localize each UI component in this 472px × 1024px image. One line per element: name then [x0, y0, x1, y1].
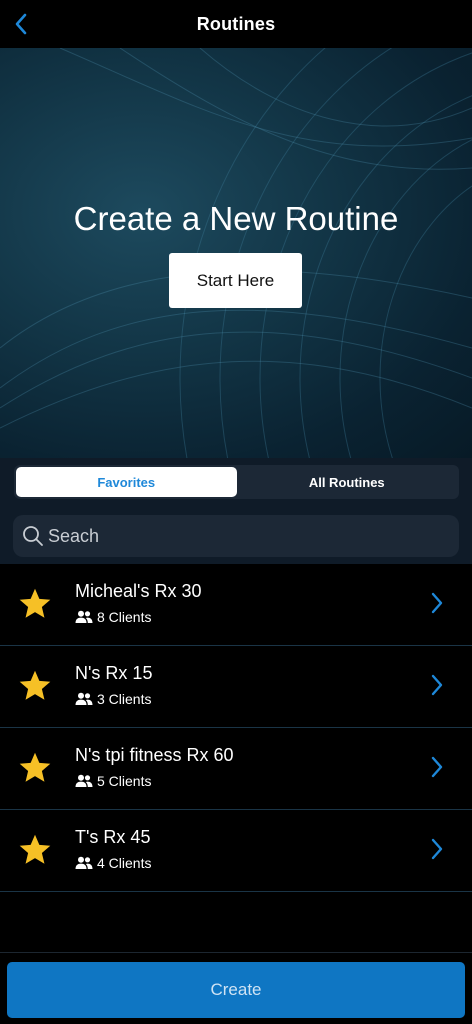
routine-name: T's Rx 45 [75, 827, 151, 847]
people-icon [75, 692, 93, 705]
client-count-text: 8 Clients [97, 609, 152, 625]
banner-title: Create a New Routine [73, 200, 399, 237]
chevron-right-icon [431, 674, 443, 696]
routines-screen: Routines Create a New Routine Start Here… [0, 0, 472, 1024]
search-icon [23, 526, 43, 546]
chevron-right-icon [431, 838, 443, 860]
routine-tabs: Favorites All Routines [14, 465, 459, 499]
list-item[interactable]: Micheal's Rx 30 8 Clients [0, 564, 472, 646]
star-icon[interactable] [17, 750, 53, 786]
top-nav-bar: Routines [0, 0, 472, 48]
start-here-button[interactable]: Start Here [169, 253, 302, 308]
tab-all-routines[interactable]: All Routines [237, 467, 458, 497]
client-count-text: 5 Clients [97, 773, 152, 789]
create-routine-banner: Create a New Routine Start Here [0, 48, 472, 458]
chevron-right-icon [431, 756, 443, 778]
list-item[interactable]: T's Rx 45 4 Clients [0, 810, 472, 892]
chevron-left-icon [15, 13, 27, 35]
routine-name: N's tpi fitness Rx 60 [75, 745, 234, 765]
client-count-text: 4 Clients [97, 855, 152, 871]
search-bar [13, 515, 459, 557]
bottom-action-bar: Create [0, 952, 472, 1024]
routine-name: Micheal's Rx 30 [75, 581, 202, 601]
client-count: 4 Clients [75, 855, 151, 871]
chevron-right-icon [431, 592, 443, 614]
list-item[interactable]: N's tpi fitness Rx 60 5 Clients [0, 728, 472, 810]
people-icon [75, 610, 93, 623]
page-title: Routines [196, 13, 276, 34]
back-button[interactable] [6, 8, 36, 40]
tab-favorites[interactable]: Favorites [16, 467, 237, 497]
people-icon [75, 856, 93, 869]
client-count-text: 3 Clients [97, 691, 152, 707]
create-button[interactable]: Create [7, 962, 465, 1018]
filter-controls: Favorites All Routines [0, 458, 472, 564]
client-count: 5 Clients [75, 773, 151, 789]
list-item[interactable]: N's Rx 15 3 Clients [0, 646, 472, 728]
star-icon[interactable] [17, 832, 53, 868]
star-icon[interactable] [17, 668, 53, 704]
routine-list: Micheal's Rx 30 8 Clients N's Rx 15 3 Cl… [0, 564, 472, 892]
client-count: 3 Clients [75, 691, 151, 707]
routine-name: N's Rx 15 [75, 663, 153, 683]
people-icon [75, 774, 93, 787]
star-icon[interactable] [17, 586, 53, 622]
search-input[interactable] [48, 525, 448, 547]
client-count: 8 Clients [75, 609, 151, 625]
